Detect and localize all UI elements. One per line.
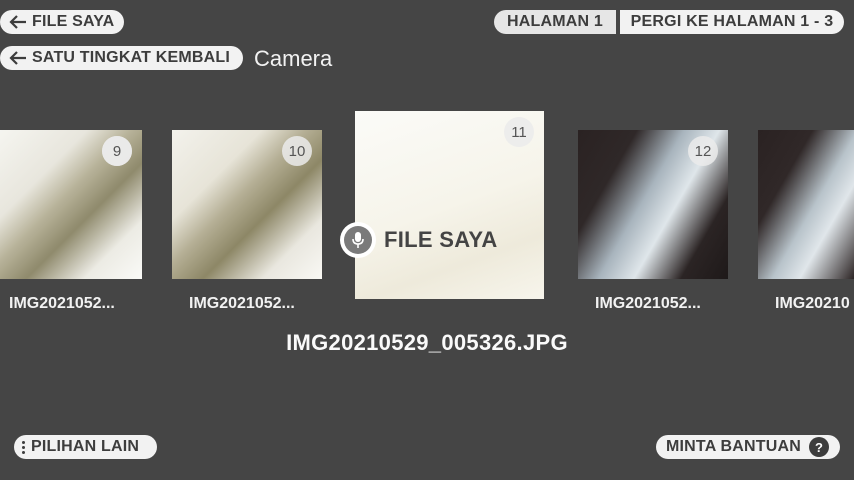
voice-command-label[interactable]: FILE SAYA (340, 221, 498, 259)
thumbnail-number-badge: 9 (102, 136, 132, 166)
up-one-level-button[interactable]: SATU TINGKAT KEMBALI (0, 46, 243, 70)
page-indicator: HALAMAN 1 (494, 10, 616, 34)
my-files-button[interactable]: FILE SAYA (0, 10, 124, 34)
help-button[interactable]: MINTA BANTUAN ? (656, 435, 840, 459)
microphone-icon (340, 222, 376, 258)
my-files-label: FILE SAYA (32, 13, 115, 30)
more-vertical-icon (22, 440, 25, 454)
thumbnail-number-badge: 12 (688, 136, 718, 166)
arrow-left-icon (9, 15, 26, 29)
go-to-page-button[interactable]: PERGI KE HALAMAN 1 - 3 (620, 10, 844, 34)
arrow-left-icon (9, 51, 26, 65)
up-one-level-label: SATU TINGKAT KEMBALI (32, 49, 231, 66)
thumbnail-caption: IMG2021052... (595, 295, 701, 312)
more-options-button[interactable]: PILIHAN LAIN (14, 435, 157, 459)
thumbnail-caption: IMG2021052... (9, 295, 115, 312)
help-label: MINTA BANTUAN (666, 438, 802, 455)
help-icon: ? (809, 437, 830, 457)
selected-file-name: IMG20210529_005326.JPG (286, 330, 568, 355)
thumbnail-caption: IMG20210 (775, 295, 850, 312)
thumbnail-caption: IMG2021052... (189, 295, 295, 312)
voice-command-text: FILE SAYA (384, 227, 498, 252)
thumbnail-number-badge: 10 (282, 136, 312, 166)
thumbnail-13[interactable] (758, 130, 854, 279)
thumbnail-number-badge: 11 (504, 117, 534, 147)
more-options-label: PILIHAN LAIN (31, 438, 140, 455)
folder-title: Camera (254, 46, 333, 71)
